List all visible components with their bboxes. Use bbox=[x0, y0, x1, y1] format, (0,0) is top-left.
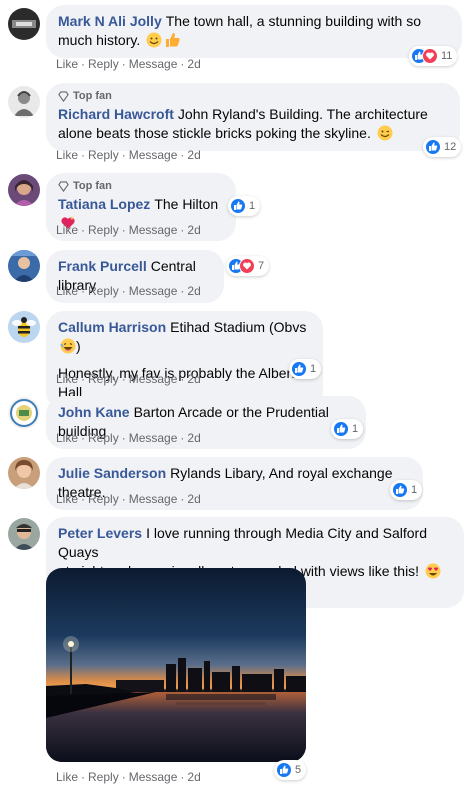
comment-actions: Like · Reply · Message · 2d bbox=[56, 770, 201, 784]
night-skyline-image bbox=[46, 568, 306, 762]
reaction-count-value: 5 bbox=[295, 764, 302, 776]
comment-author[interactable]: Frank Purcell bbox=[58, 258, 147, 274]
message-link[interactable]: Message bbox=[129, 431, 178, 445]
like-link[interactable]: Like bbox=[56, 148, 78, 162]
comment-time[interactable]: 2d bbox=[187, 223, 200, 237]
comment-time[interactable]: 2d bbox=[187, 148, 200, 162]
winking-face-icon bbox=[377, 125, 393, 141]
diamond-icon bbox=[58, 181, 69, 192]
thumbs-up-icon bbox=[164, 32, 180, 48]
avatar[interactable] bbox=[8, 174, 40, 206]
message-link[interactable]: Message bbox=[129, 372, 178, 386]
reaction-count[interactable]: 12 bbox=[423, 137, 462, 157]
comment-time[interactable]: 2d bbox=[187, 57, 200, 71]
diamond-icon bbox=[58, 91, 69, 102]
reply-link[interactable]: Reply bbox=[88, 770, 119, 784]
reply-link[interactable]: Reply bbox=[88, 431, 119, 445]
comment-actions: Like · Reply · Message · 2d bbox=[56, 372, 201, 386]
reaction-count[interactable]: 11 bbox=[409, 46, 458, 66]
top-fan-badge: Top fan bbox=[58, 90, 448, 103]
reply-link[interactable]: Reply bbox=[88, 148, 119, 162]
comment-bubble: Mark N Ali Jolly The town hall, a stunnin… bbox=[46, 5, 462, 58]
comment-time[interactable]: 2d bbox=[187, 431, 200, 445]
reaction-count[interactable]: 1 bbox=[331, 419, 364, 439]
reaction-count[interactable]: 5 bbox=[274, 760, 307, 780]
comment-actions: Like · Reply · Message · 2d bbox=[56, 431, 201, 445]
like-reaction-icon bbox=[230, 198, 246, 214]
reply-link[interactable]: Reply bbox=[88, 492, 119, 506]
reply-link[interactable]: Reply bbox=[88, 223, 119, 237]
avatar[interactable] bbox=[8, 457, 40, 489]
comment-actions: Like · Reply · Message · 2d bbox=[56, 223, 201, 237]
comment-actions: Like · Reply · Message · 2d bbox=[56, 148, 201, 162]
avatar[interactable] bbox=[8, 250, 40, 282]
like-link[interactable]: Like bbox=[56, 492, 78, 506]
comment-author[interactable]: John Kane bbox=[58, 404, 130, 420]
like-link[interactable]: Like bbox=[56, 223, 78, 237]
top-fan-badge: Top fan bbox=[58, 180, 224, 193]
avatar[interactable] bbox=[8, 397, 40, 429]
love-reaction-icon bbox=[422, 48, 438, 64]
message-link[interactable]: Message bbox=[129, 770, 178, 784]
comment-author[interactable]: Richard Hawcroft bbox=[58, 106, 174, 122]
comment-text: The Hilton bbox=[154, 196, 219, 212]
reaction-count[interactable]: 1 bbox=[390, 480, 423, 500]
reaction-count[interactable]: 1 bbox=[289, 359, 322, 379]
like-reaction-icon bbox=[392, 482, 408, 498]
like-link[interactable]: Like bbox=[56, 431, 78, 445]
reaction-count-value: 11 bbox=[441, 50, 453, 62]
comment-actions: Like · Reply · Message · 2d bbox=[56, 492, 201, 506]
reaction-count-value: 1 bbox=[310, 363, 317, 375]
love-reaction-icon bbox=[239, 258, 255, 274]
message-link[interactable]: Message bbox=[129, 223, 178, 237]
comment-author[interactable]: Peter Levers bbox=[58, 525, 142, 541]
like-link[interactable]: Like bbox=[56, 57, 78, 71]
avatar[interactable] bbox=[8, 8, 40, 40]
like-reaction-icon bbox=[276, 762, 292, 778]
comment-time[interactable]: 2d bbox=[187, 770, 200, 784]
avatar[interactable] bbox=[8, 86, 40, 118]
reply-link[interactable]: Reply bbox=[88, 284, 119, 298]
like-reaction-icon bbox=[333, 421, 349, 437]
comment-author[interactable]: Callum Harrison bbox=[58, 319, 166, 335]
like-link[interactable]: Like bbox=[56, 372, 78, 386]
reaction-count[interactable]: 7 bbox=[226, 256, 270, 276]
comment-bubble: Top fan Richard Hawcroft John Ryland's Bu… bbox=[46, 83, 460, 151]
like-reaction-icon bbox=[425, 139, 441, 155]
comment-author[interactable]: Julie Sanderson bbox=[58, 465, 166, 481]
comment-time[interactable]: 2d bbox=[187, 372, 200, 386]
reaction-count-value: 7 bbox=[258, 260, 265, 272]
reaction-count-value: 1 bbox=[249, 200, 256, 212]
comment-time[interactable]: 2d bbox=[187, 284, 200, 298]
comment-author[interactable]: Tatiana Lopez bbox=[58, 196, 150, 212]
comment-photo[interactable] bbox=[46, 568, 306, 762]
reaction-count-value: 1 bbox=[352, 423, 359, 435]
reply-link[interactable]: Reply bbox=[88, 372, 119, 386]
message-link[interactable]: Message bbox=[129, 284, 178, 298]
reply-link[interactable]: Reply bbox=[88, 57, 119, 71]
reaction-count-value: 12 bbox=[444, 141, 457, 153]
smiling-face-icon bbox=[146, 32, 162, 48]
heart-eyes-face-icon bbox=[425, 563, 441, 579]
reaction-count[interactable]: 1 bbox=[228, 196, 261, 216]
like-link[interactable]: Like bbox=[56, 284, 78, 298]
comment-actions: Like · Reply · Message · 2d bbox=[56, 57, 201, 71]
avatar[interactable] bbox=[8, 518, 40, 550]
comment-author[interactable]: Mark N Ali Jolly bbox=[58, 13, 162, 29]
comment-text: Etihad Stadium (Obvs bbox=[170, 319, 307, 335]
message-link[interactable]: Message bbox=[129, 492, 178, 506]
message-link[interactable]: Message bbox=[129, 148, 178, 162]
message-link[interactable]: Message bbox=[129, 57, 178, 71]
reaction-count-value: 1 bbox=[411, 484, 418, 496]
like-reaction-icon bbox=[291, 361, 307, 377]
avatar[interactable] bbox=[8, 311, 40, 343]
comment-time[interactable]: 2d bbox=[187, 492, 200, 506]
like-link[interactable]: Like bbox=[56, 770, 78, 784]
comment-actions: Like · Reply · Message · 2d bbox=[56, 284, 201, 298]
laughing-face-icon bbox=[60, 338, 76, 354]
